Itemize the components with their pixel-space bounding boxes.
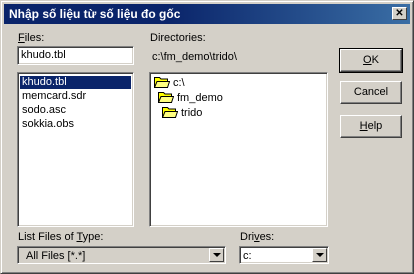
file-type-label-post: ype: [82, 231, 104, 243]
directory-label: fm_demo [177, 92, 223, 104]
directory-item[interactable]: trido [162, 106, 202, 120]
files-label-rest: iles: [24, 32, 45, 44]
title-bar[interactable]: Nhập số liệu từ số liệu đo gốc ✕ [4, 4, 410, 24]
chevron-down-icon[interactable] [312, 248, 327, 262]
close-icon: ✕ [395, 8, 404, 19]
file-type-label-pre: List Files of [18, 231, 77, 243]
directory-tree[interactable]: c:\ fm_demo trido [149, 72, 328, 227]
ok-label-rest: K [371, 54, 379, 66]
ok-accel: O [363, 54, 372, 66]
file-name: khudo.tbl [22, 76, 67, 88]
file-name: memcard.sdr [22, 90, 87, 102]
file-name: sodo.asc [22, 104, 67, 116]
file-type-value: All Files [*.*] [26, 250, 86, 262]
file-list[interactable]: khudo.tbl memcard.sdr sodo.asc sokkia.ob… [17, 72, 134, 227]
open-folder-icon [162, 107, 178, 118]
directory-label: c:\ [173, 77, 185, 89]
dialog-window: Nhập số liệu từ số liệu đo gốc ✕ Files: … [0, 0, 414, 274]
filename-input-value: khudo.tbl [21, 49, 66, 61]
file-type-select[interactable]: All Files [*.*] [17, 246, 226, 264]
drives-label-pre: Dri [240, 231, 255, 243]
directories-label: Directories: [150, 32, 206, 44]
directory-label: trido [181, 107, 203, 119]
help-button[interactable]: Help [340, 115, 402, 138]
files-label-accel: F [18, 32, 25, 44]
chevron-down-icon[interactable] [209, 248, 224, 262]
file-list-item[interactable]: memcard.sdr [20, 90, 88, 103]
cancel-label: Cancel [353, 86, 389, 98]
file-list-item[interactable]: sodo.asc [20, 104, 68, 117]
open-folder-icon [158, 92, 174, 103]
file-name: sokkia.obs [22, 118, 74, 130]
current-path: c:\fm_demo\trido\ [152, 51, 237, 63]
ok-button[interactable]: OK [339, 48, 403, 73]
file-list-item[interactable]: khudo.tbl [20, 76, 131, 89]
drives-select[interactable]: c: [239, 246, 329, 264]
close-button[interactable]: ✕ [392, 7, 407, 20]
directory-item[interactable]: c:\ [154, 76, 185, 90]
help-accel: H [359, 120, 368, 132]
directory-item[interactable]: fm_demo [158, 91, 223, 105]
cancel-button[interactable]: Cancel [340, 81, 402, 104]
help-label-rest: elp [367, 120, 383, 132]
file-type-label: List Files of Type: [18, 231, 103, 243]
window-title: Nhập số liệu từ số liệu đo gốc [9, 7, 181, 21]
drives-label: Drives: [240, 231, 274, 243]
files-label: Files: [18, 32, 44, 44]
open-folder-icon [154, 77, 170, 88]
filename-input[interactable]: khudo.tbl [17, 46, 134, 65]
file-list-item[interactable]: sokkia.obs [20, 118, 76, 131]
drives-value: c: [243, 250, 252, 262]
drives-label-post: es: [259, 231, 275, 243]
